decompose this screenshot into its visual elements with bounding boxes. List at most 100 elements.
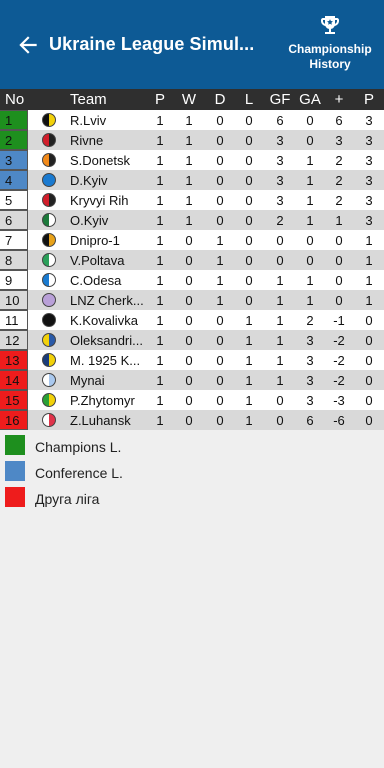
played-cell: 1	[156, 232, 164, 248]
table-header: No Team P W D L GF GA + P	[0, 89, 384, 110]
won-cell: 0	[185, 272, 193, 288]
goals-against-cell: 3	[306, 352, 314, 368]
lost-cell: 1	[245, 332, 253, 348]
goals-against-cell: 1	[306, 292, 314, 308]
col-ga-header: GA	[299, 91, 321, 108]
team-logo-cell	[40, 390, 58, 410]
team-name-text: P.Zhytomyr	[70, 392, 135, 408]
drawn-cell: 1	[216, 232, 224, 248]
team-name-text: D.Kyiv	[70, 172, 108, 188]
goal-diff-cell: 0	[335, 292, 343, 308]
goals-against-cell: 1	[306, 272, 314, 288]
table-row[interactable]: 4 D.Kyiv 1 1 0 0 3 1 2 3	[0, 170, 384, 190]
goals-for-cell: 1	[276, 332, 284, 348]
team-name: Dnipro-1	[70, 230, 147, 250]
goal-diff-cell: 2	[335, 192, 343, 208]
page-title: Ukraine League Simul...	[49, 34, 255, 54]
played-cell: 1	[156, 252, 164, 268]
lost-cell: 1	[245, 312, 253, 328]
col-lost-header: L	[244, 91, 254, 108]
legend: Champions L. Conference L. Друга ліга	[0, 430, 384, 508]
team-name-text: K.Kovalivka	[70, 312, 138, 328]
goals-against-cell: 1	[306, 152, 314, 168]
points-cell: 1	[365, 292, 373, 308]
championship-history-button[interactable]: Championship History	[276, 10, 384, 76]
drawn-cell: 0	[216, 112, 224, 128]
team-logo-icon	[42, 413, 56, 427]
legend-item: Champions L.	[0, 430, 384, 456]
team-name: P.Zhytomyr	[70, 390, 147, 410]
table-row[interactable]: 9 C.Odesa 1 0 1 0 1 1 0 1	[0, 270, 384, 290]
col-goal-diff-header: +	[334, 91, 344, 108]
table-row[interactable]: 16 Z.Luhansk 1 0 0 1 0 6 -6 0	[0, 410, 384, 430]
won-cell: 1	[185, 112, 193, 128]
table-row[interactable]: 2 Rivne 1 1 0 0 3 0 3 3	[0, 130, 384, 150]
won-cell: 0	[185, 312, 193, 328]
won-cell: 0	[185, 352, 193, 368]
team-logo-cell	[40, 350, 58, 370]
goals-for-cell: 1	[276, 352, 284, 368]
points-cell: 0	[365, 392, 373, 408]
team-name: Mynai	[70, 370, 147, 390]
position-cell: 4	[0, 170, 28, 190]
played-cell: 1	[156, 332, 164, 348]
points-cell: 0	[365, 352, 373, 368]
arrow-back-icon	[19, 36, 37, 54]
goals-against-cell: 0	[306, 232, 314, 248]
position-cell: 3	[0, 150, 28, 170]
team-logo-cell	[40, 270, 58, 290]
lost-cell: 1	[245, 352, 253, 368]
team-name: K.Kovalivka	[70, 310, 147, 330]
team-logo-icon	[42, 193, 56, 207]
table-row[interactable]: 15 P.Zhytomyr 1 0 0 1 0 3 -3 0	[0, 390, 384, 410]
drawn-cell: 0	[216, 172, 224, 188]
lost-cell: 0	[245, 292, 253, 308]
team-name-text: C.Odesa	[70, 272, 122, 288]
played-cell: 1	[156, 292, 164, 308]
drawn-cell: 1	[216, 272, 224, 288]
team-logo-cell	[40, 230, 58, 250]
table-row[interactable]: 5 Kryvyi Rih 1 1 0 0 3 1 2 3	[0, 190, 384, 210]
drawn-cell: 1	[216, 292, 224, 308]
team-name: M. 1925 K...	[70, 350, 147, 370]
team-logo-icon	[42, 153, 56, 167]
won-cell: 0	[185, 392, 193, 408]
won-cell: 0	[185, 332, 193, 348]
app-bar: Ukraine League Simul... Championship His…	[0, 0, 384, 89]
table-row[interactable]: 1 R.Lviv 1 1 0 0 6 0 6 3	[0, 110, 384, 130]
table-row[interactable]: 3 S.Donetsk 1 1 0 0 3 1 2 3	[0, 150, 384, 170]
table-row[interactable]: 7 Dnipro-1 1 0 1 0 0 0 0 1	[0, 230, 384, 250]
team-logo-cell	[40, 170, 58, 190]
team-logo-cell	[40, 250, 58, 270]
won-cell: 1	[185, 152, 193, 168]
team-name-text: Rivne	[70, 132, 104, 148]
lost-cell: 0	[245, 272, 253, 288]
drawn-cell: 0	[216, 352, 224, 368]
played-cell: 1	[156, 112, 164, 128]
table-row[interactable]: 8 V.Poltava 1 0 1 0 0 0 0 1	[0, 250, 384, 270]
team-logo-cell	[40, 370, 58, 390]
table-row[interactable]: 11 K.Kovalivka 1 0 0 1 1 2 -1 0	[0, 310, 384, 330]
lost-cell: 0	[245, 192, 253, 208]
position-cell: 1	[0, 110, 28, 130]
goal-diff-cell: -1	[333, 312, 345, 328]
table-row[interactable]: 14 Mynai 1 0 0 1 1 3 -2 0	[0, 370, 384, 390]
points-cell: 0	[365, 412, 373, 428]
table-row[interactable]: 12 Oleksandri... 1 0 0 1 1 3 -2 0	[0, 330, 384, 350]
back-button[interactable]	[14, 32, 42, 58]
table-row[interactable]: 10 LNZ Cherk... 1 0 1 0 1 1 0 1	[0, 290, 384, 310]
goal-diff-cell: 3	[335, 132, 343, 148]
goals-against-cell: 1	[306, 172, 314, 188]
table-row[interactable]: 13 M. 1925 K... 1 0 0 1 1 3 -2 0	[0, 350, 384, 370]
drawn-cell: 0	[216, 152, 224, 168]
team-name: Kryvyi Rih	[70, 190, 147, 210]
team-name: Rivne	[70, 130, 147, 150]
won-cell: 0	[185, 292, 193, 308]
table-row[interactable]: 6 O.Kyiv 1 1 0 0 2 1 1 3	[0, 210, 384, 230]
team-logo-icon	[42, 173, 56, 187]
team-logo-icon	[42, 273, 56, 287]
team-name: LNZ Cherk...	[70, 290, 147, 310]
team-name: D.Kyiv	[70, 170, 147, 190]
team-logo-icon	[42, 393, 56, 407]
legend-label: Друга ліга	[35, 491, 100, 507]
